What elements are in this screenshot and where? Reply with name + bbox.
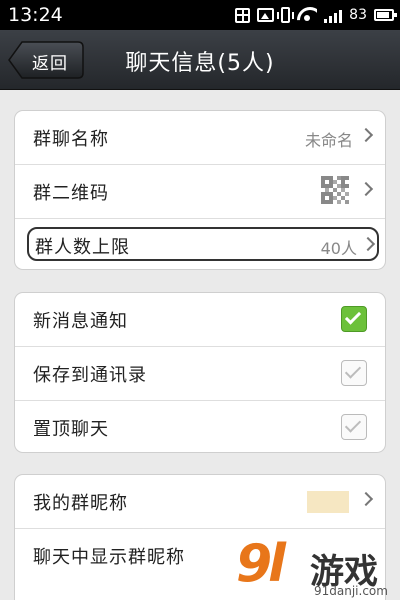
check-icon	[344, 416, 362, 433]
row-group-qrcode[interactable]: 群二维码	[15, 165, 385, 218]
vibrate-icon	[277, 7, 295, 23]
check-icon	[344, 308, 362, 325]
battery-icon	[374, 9, 397, 21]
chevron-right-icon	[358, 127, 374, 143]
watermark-logo: 9l 游戏 91danji.com	[232, 534, 400, 600]
row-label: 置顶聊天	[33, 419, 109, 440]
status-bar: 13:24 83	[0, 0, 400, 30]
signal-icon	[324, 8, 343, 23]
image-icon	[257, 8, 275, 22]
back-button[interactable]: 返回	[8, 41, 84, 79]
grid-icon	[235, 7, 251, 23]
row-label: 我的群昵称	[33, 493, 128, 514]
row-label: 群人数上限	[35, 237, 130, 258]
row-label: 群二维码	[33, 183, 109, 204]
row-save-to-contacts[interactable]: 保存到通讯录	[15, 347, 385, 400]
watermark-number: 9l	[236, 534, 286, 594]
chevron-right-icon	[360, 236, 376, 252]
new-message-checkbox[interactable]	[341, 306, 367, 332]
row-member-limit[interactable]: 群人数上限 40人	[27, 227, 379, 261]
row-label: 聊天中显示群昵称	[33, 547, 185, 568]
status-time: 13:24	[8, 4, 63, 26]
status-icons: 83	[235, 6, 397, 24]
divider	[15, 218, 385, 219]
row-label: 群聊名称	[33, 129, 109, 150]
row-new-message-notify[interactable]: 新消息通知	[15, 293, 385, 346]
chevron-right-icon	[358, 181, 374, 197]
pin-chat-checkbox[interactable]	[341, 414, 367, 440]
row-my-nickname[interactable]: 我的群昵称	[15, 475, 385, 528]
row-value: 未命名	[304, 131, 353, 150]
row-value: 40人	[320, 239, 357, 258]
row-group-name[interactable]: 群聊名称 未命名	[15, 111, 385, 164]
row-label: 新消息通知	[33, 311, 128, 332]
battery-level: 83	[349, 7, 367, 23]
chevron-right-icon	[358, 491, 374, 507]
save-contacts-checkbox[interactable]	[341, 360, 367, 386]
check-icon	[344, 362, 362, 379]
back-button-label: 返回	[32, 54, 68, 74]
row-pin-chat[interactable]: 置顶聊天	[15, 401, 385, 454]
wifi-icon	[297, 7, 317, 23]
qr-code-icon	[321, 176, 349, 204]
watermark-url: 91danji.com	[314, 584, 388, 598]
group-notifications: 新消息通知 保存到通讯录 置顶聊天	[14, 292, 386, 453]
row-label: 保存到通讯录	[33, 365, 147, 386]
nickname-value	[307, 491, 349, 513]
group-info: 群聊名称 未命名 群二维码 群人数上限 40人	[14, 110, 386, 270]
navigation-bar: 返回 聊天信息(5人)	[0, 30, 400, 90]
page-title: 聊天信息(5人)	[125, 51, 275, 76]
